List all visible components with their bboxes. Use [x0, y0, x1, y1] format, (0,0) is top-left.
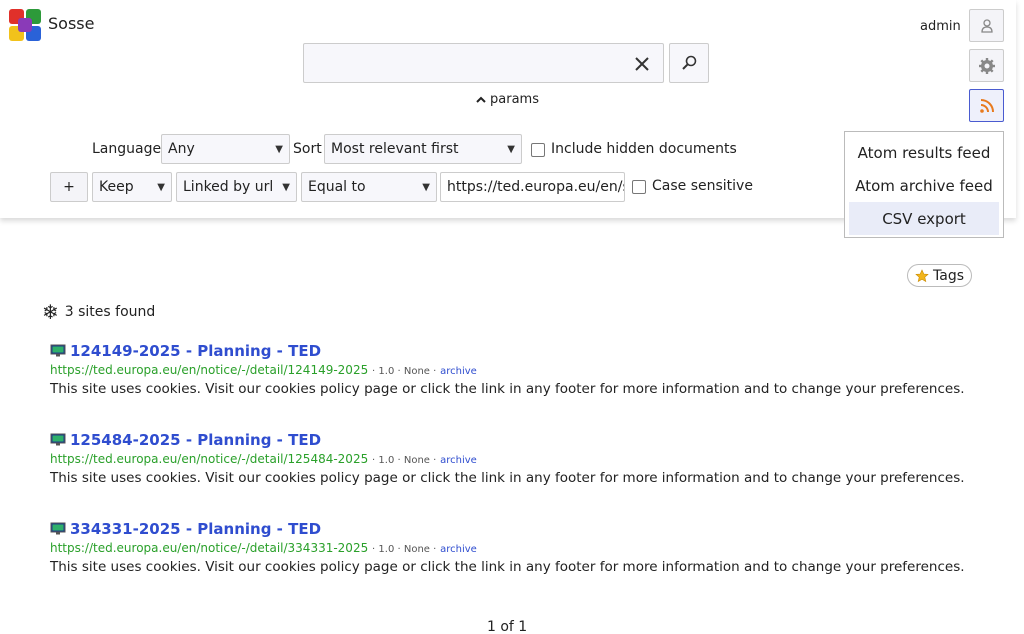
- result-meta: https://ted.europa.eu/en/notice/-/detail…: [50, 363, 1010, 377]
- sort-label: Sort: [293, 141, 322, 157]
- menu-item-atom-results[interactable]: Atom results feed: [849, 136, 999, 169]
- chevron-down-icon: ▼: [507, 143, 515, 155]
- sort-value: Most relevant first: [331, 141, 459, 157]
- search-input[interactable]: [303, 43, 664, 83]
- archive-link[interactable]: archive: [440, 544, 477, 555]
- result-score: · 1.0 · None ·: [372, 455, 437, 466]
- result-score: · 1.0 · None ·: [372, 544, 437, 555]
- params-toggle[interactable]: params: [476, 92, 539, 107]
- sort-select[interactable]: Most relevant first ▼: [324, 134, 522, 164]
- result-description: This site uses cookies. Visit our cookie…: [50, 381, 965, 397]
- keep-value: Keep: [99, 179, 134, 195]
- result-item: 125484-2025 - Planning - TED https://ted…: [50, 431, 1010, 486]
- clear-search-icon[interactable]: [630, 52, 654, 76]
- result-url[interactable]: https://ted.europa.eu/en/notice/-/detail…: [50, 452, 368, 466]
- result-description: This site uses cookies. Visit our cookie…: [50, 559, 965, 575]
- username-label: admin: [920, 19, 961, 34]
- result-url[interactable]: https://ted.europa.eu/en/notice/-/detail…: [50, 541, 368, 555]
- include-hidden-checkbox[interactable]: [531, 143, 545, 157]
- screen-icon: [50, 522, 66, 535]
- gear-icon: [978, 57, 995, 74]
- star-icon: [915, 268, 929, 282]
- field-select[interactable]: Linked by url ▼: [176, 172, 297, 202]
- language-select[interactable]: Any ▼: [161, 134, 290, 164]
- chevron-down-icon: ▼: [282, 181, 290, 193]
- chevron-down-icon: ▼: [422, 181, 430, 193]
- language-value: Any: [168, 141, 195, 157]
- case-sensitive-checkbox[interactable]: [632, 180, 646, 194]
- result-meta: https://ted.europa.eu/en/notice/-/detail…: [50, 541, 1010, 555]
- screen-icon: [50, 433, 66, 446]
- tags-button[interactable]: Tags: [907, 264, 972, 287]
- screen-icon: [50, 344, 66, 357]
- menu-item-atom-archive[interactable]: Atom archive feed: [849, 169, 999, 202]
- result-score: · 1.0 · None ·: [372, 366, 437, 377]
- operator-value: Equal to: [308, 179, 366, 195]
- include-hidden-label: Include hidden documents: [551, 141, 737, 157]
- keep-select[interactable]: Keep ▼: [92, 172, 172, 202]
- snowflake-icon: ❄: [42, 300, 59, 324]
- rss-button[interactable]: [969, 89, 1004, 122]
- result-item: 334331-2025 - Planning - TED https://ted…: [50, 520, 1010, 575]
- result-title-link[interactable]: 124149-2025 - Planning - TED: [50, 342, 1010, 360]
- feed-menu: Atom results feed Atom archive feed CSV …: [844, 131, 1004, 238]
- result-title: 125484-2025 - Planning - TED: [70, 431, 322, 449]
- result-title-link[interactable]: 125484-2025 - Planning - TED: [50, 431, 1010, 449]
- result-title: 124149-2025 - Planning - TED: [70, 342, 322, 360]
- results-count: 3 sites found: [64, 304, 156, 320]
- app-name[interactable]: Sosse: [48, 14, 94, 33]
- rss-icon: [979, 98, 994, 113]
- field-value: Linked by url: [183, 179, 274, 195]
- result-meta: https://ted.europa.eu/en/notice/-/detail…: [50, 452, 1010, 466]
- result-item: 124149-2025 - Planning - TED https://ted…: [50, 342, 1010, 397]
- case-sensitive-label: Case sensitive: [652, 178, 753, 194]
- archive-link[interactable]: archive: [440, 455, 477, 466]
- chevron-down-icon: ▼: [275, 143, 283, 155]
- tags-label: Tags: [933, 267, 964, 284]
- language-label: Language: [92, 141, 162, 157]
- pagination: 1 of 1: [487, 619, 528, 634]
- user-button[interactable]: [969, 9, 1004, 42]
- chevron-down-icon: ▼: [157, 181, 165, 193]
- add-filter-button[interactable]: +: [50, 172, 88, 202]
- user-icon: [980, 18, 993, 33]
- result-title-link[interactable]: 334331-2025 - Planning - TED: [50, 520, 1010, 538]
- menu-item-csv-export[interactable]: CSV export: [849, 202, 999, 235]
- operator-select[interactable]: Equal to ▼: [301, 172, 437, 202]
- search-button[interactable]: [669, 43, 709, 83]
- sosse-logo-icon[interactable]: [8, 8, 42, 42]
- chevron-up-icon: [476, 96, 486, 103]
- params-label: params: [490, 92, 539, 107]
- search-icon: [682, 55, 697, 70]
- archive-link[interactable]: archive: [440, 366, 477, 377]
- result-description: This site uses cookies. Visit our cookie…: [50, 470, 965, 486]
- result-url[interactable]: https://ted.europa.eu/en/notice/-/detail…: [50, 363, 368, 377]
- results-summary: ❄ 3 sites found: [42, 300, 155, 324]
- filter-value-input[interactable]: https://ted.europa.eu/en/sear: [440, 172, 625, 202]
- result-title: 334331-2025 - Planning - TED: [70, 520, 322, 538]
- settings-button[interactable]: [969, 49, 1004, 82]
